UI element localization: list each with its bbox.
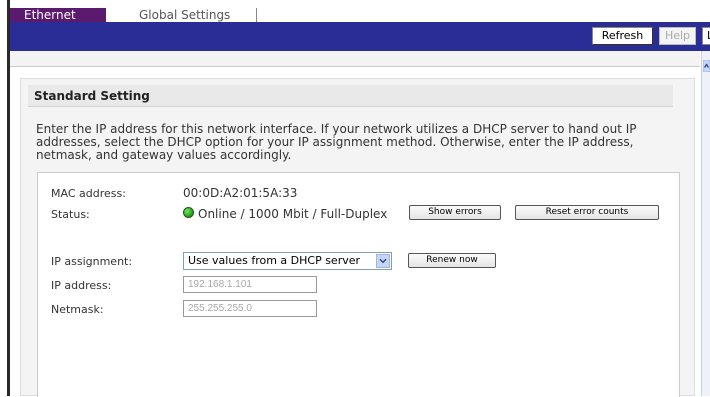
scroll-up-arrow-icon[interactable] xyxy=(703,60,710,72)
show-errors-button[interactable]: Show errors xyxy=(409,205,501,220)
green-status-led-icon xyxy=(183,207,194,218)
ip-assignment-label: IP assignment: xyxy=(51,255,133,268)
tab-ethernet[interactable]: Ethernet xyxy=(10,8,106,22)
mac-address-label: MAC address: xyxy=(51,187,126,200)
status-value: Online / 1000 Mbit / Full-Duplex xyxy=(198,207,388,221)
netmask-input[interactable] xyxy=(183,300,317,317)
toolbar-cut-button[interactable]: L xyxy=(702,27,710,45)
toolbar: Refresh Help L xyxy=(10,22,710,51)
ip-assignment-select[interactable]: Use values from a DHCP server xyxy=(183,252,392,270)
ip-address-input[interactable] xyxy=(183,276,317,293)
reset-error-counts-button[interactable]: Reset error counts xyxy=(515,205,659,220)
interface-settings-box: MAC address: 00:0D:A2:01:5A:33 Status: O… xyxy=(37,172,680,397)
panel-description: Enter the IP address for this network in… xyxy=(36,122,637,162)
tab-global-settings[interactable]: Global Settings xyxy=(107,8,257,22)
chevron-down-icon[interactable] xyxy=(376,254,390,268)
refresh-button[interactable]: Refresh xyxy=(592,27,653,45)
ip-address-label: IP address: xyxy=(51,279,112,292)
renew-now-button[interactable]: Renew now xyxy=(408,253,496,268)
vertical-scrollbar[interactable] xyxy=(701,51,710,396)
ip-assignment-selected: Use values from a DHCP server xyxy=(188,254,361,267)
content-top-band xyxy=(10,51,700,67)
help-button[interactable]: Help xyxy=(659,27,696,45)
netmask-label: Netmask: xyxy=(51,303,104,316)
standard-setting-panel: Standard Setting Enter the IP address fo… xyxy=(20,78,695,397)
panel-title: Standard Setting xyxy=(28,85,673,107)
mac-address-value: 00:0D:A2:01:5A:33 xyxy=(183,186,298,200)
status-label: Status: xyxy=(51,208,90,221)
